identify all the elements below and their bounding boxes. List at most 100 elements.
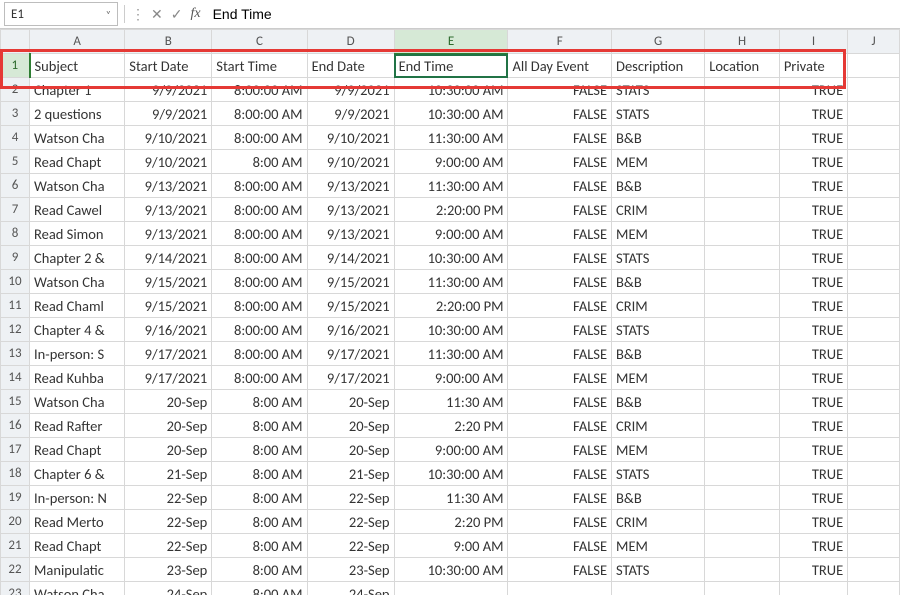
cell[interactable]: Subject [30,54,125,78]
cell[interactable]: TRUE [779,558,847,582]
spreadsheet-grid[interactable]: ABCDEFGHIJ1SubjectStart DateStart TimeEn… [0,29,900,595]
cell[interactable]: TRUE [779,534,847,558]
cell[interactable] [705,342,780,366]
cell[interactable]: Watson Cha [30,174,125,198]
cell[interactable]: 22-Sep [307,486,394,510]
cell[interactable]: TRUE [779,246,847,270]
row-header[interactable]: 16 [1,414,30,438]
cell[interactable]: TRUE [779,126,847,150]
row-header[interactable]: 6 [1,174,30,198]
select-all-corner[interactable] [1,30,30,54]
cell[interactable]: Read Chapt [30,534,125,558]
cell[interactable]: FALSE [508,414,612,438]
cell[interactable] [848,102,900,126]
cell[interactable]: 9/17/2021 [125,366,212,390]
cell[interactable] [848,438,900,462]
cell[interactable]: 8:00:00 AM [212,318,307,342]
row-header[interactable]: 1 [1,54,30,78]
cell[interactable] [848,534,900,558]
cell[interactable] [848,342,900,366]
row-header[interactable]: 7 [1,198,30,222]
cell[interactable]: TRUE [779,198,847,222]
cell[interactable]: Read Chapt [30,438,125,462]
fx-icon[interactable]: fx [190,6,200,22]
row-header[interactable]: 4 [1,126,30,150]
cell[interactable]: 8:00:00 AM [212,78,307,102]
cell[interactable]: 22-Sep [307,534,394,558]
cell[interactable]: CRIM [612,510,705,534]
cell[interactable]: 20-Sep [307,414,394,438]
cell[interactable] [848,126,900,150]
col-header-A[interactable]: A [30,30,125,54]
cell[interactable] [705,486,780,510]
cell[interactable]: MEM [612,534,705,558]
cell[interactable]: 21-Sep [307,462,394,486]
cell[interactable]: 11:30 AM [394,486,508,510]
col-header-B[interactable]: B [125,30,212,54]
cell[interactable]: 9/17/2021 [125,342,212,366]
cell[interactable]: FALSE [508,222,612,246]
cell[interactable]: 9/17/2021 [307,342,394,366]
cell[interactable]: 8:00:00 AM [212,198,307,222]
cell[interactable]: 9/13/2021 [307,198,394,222]
cell[interactable]: 8:00 AM [212,438,307,462]
cell[interactable]: 9/15/2021 [125,270,212,294]
cell[interactable] [508,582,612,595]
cell[interactable]: Read Cawel [30,198,125,222]
row-header[interactable]: 14 [1,366,30,390]
cell[interactable]: Private [779,54,847,78]
row-header[interactable]: 17 [1,438,30,462]
cell[interactable]: Read Chapt [30,150,125,174]
cell[interactable]: FALSE [508,318,612,342]
cell[interactable]: All Day Event [508,54,612,78]
cell[interactable]: Watson Cha [30,270,125,294]
cell[interactable]: 8:00:00 AM [212,270,307,294]
col-header-I[interactable]: I [779,30,847,54]
cell[interactable]: 8:00:00 AM [212,222,307,246]
cell[interactable]: 9/9/2021 [307,78,394,102]
cell[interactable]: 10:30:00 AM [394,246,508,270]
cell[interactable]: FALSE [508,438,612,462]
cell[interactable] [848,150,900,174]
cell[interactable]: TRUE [779,462,847,486]
cell[interactable]: In-person: N [30,486,125,510]
cell[interactable] [848,390,900,414]
cell[interactable]: FALSE [508,198,612,222]
cell[interactable]: TRUE [779,174,847,198]
cell[interactable]: FALSE [508,462,612,486]
cell[interactable] [705,246,780,270]
cell[interactable] [705,390,780,414]
cell[interactable]: 9:00:00 AM [394,366,508,390]
cell[interactable]: 22-Sep [125,510,212,534]
cell[interactable]: TRUE [779,342,847,366]
cell[interactable] [848,174,900,198]
cell[interactable]: Watson Cha [30,582,125,595]
cell[interactable] [705,366,780,390]
cell[interactable]: 9:00:00 AM [394,222,508,246]
cell[interactable]: 9/10/2021 [125,126,212,150]
col-header-F[interactable]: F [508,30,612,54]
col-header-D[interactable]: D [307,30,394,54]
cell[interactable]: 9/9/2021 [125,78,212,102]
cell[interactable] [705,270,780,294]
cell[interactable]: 9/13/2021 [125,222,212,246]
cell[interactable]: Manipulatic [30,558,125,582]
cell[interactable]: TRUE [779,270,847,294]
cell[interactable]: STATS [612,78,705,102]
cell[interactable]: Watson Cha [30,126,125,150]
cell[interactable]: FALSE [508,558,612,582]
cell[interactable]: End Time [394,54,508,78]
cell[interactable] [848,294,900,318]
cell[interactable]: Read Simon [30,222,125,246]
cell[interactable]: 8:00:00 AM [212,246,307,270]
cell[interactable]: 9/14/2021 [307,246,394,270]
cell[interactable] [705,102,780,126]
cell[interactable] [705,534,780,558]
cell[interactable] [705,222,780,246]
cell[interactable]: CRIM [612,198,705,222]
row-header[interactable]: 20 [1,510,30,534]
cell[interactable]: MEM [612,222,705,246]
cell[interactable]: 10:30:00 AM [394,318,508,342]
cell[interactable]: MEM [612,366,705,390]
cell[interactable]: 20-Sep [307,390,394,414]
